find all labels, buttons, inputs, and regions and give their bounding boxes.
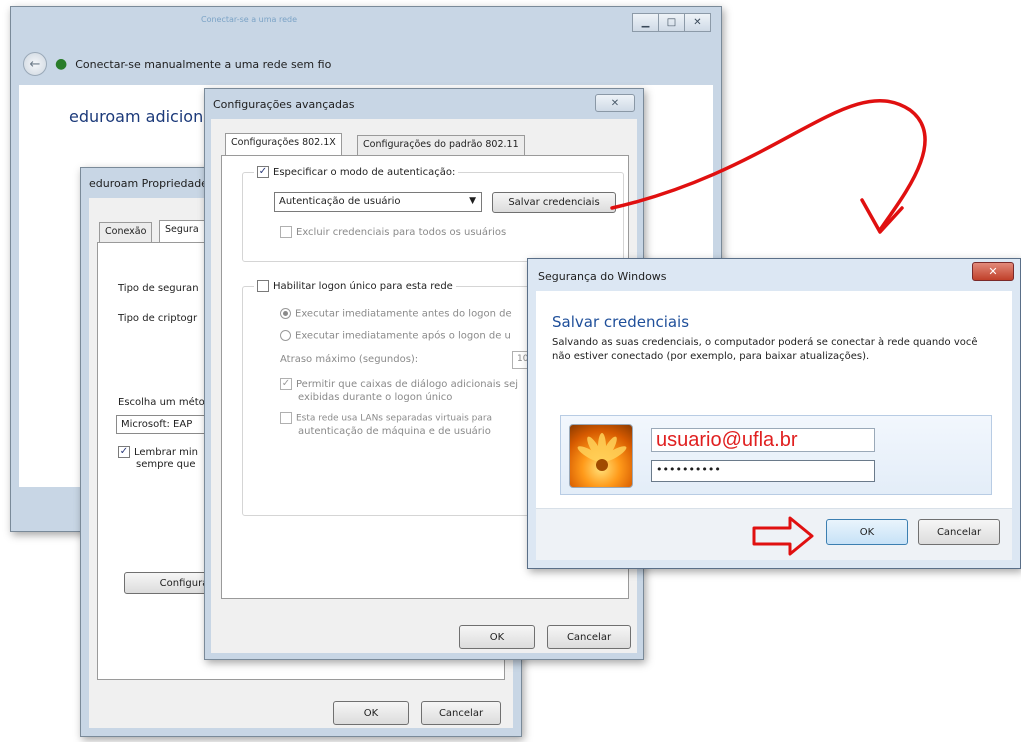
tab-connection[interactable]: Conexão — [99, 222, 153, 242]
window-title: Configurações avançadas — [213, 98, 355, 111]
delete-credentials-checkbox[interactable] — [280, 226, 292, 238]
arrow-head-icon — [860, 198, 904, 234]
allow-dialogs-option[interactable]: ✓ Permitir que caixas de diálogo adiciona… — [280, 378, 518, 390]
save-credentials-description: Salvando as suas credenciais, o computad… — [552, 337, 978, 362]
allow-dialogs-checkbox[interactable]: ✓ — [280, 378, 292, 390]
cancel-button[interactable]: Cancelar — [547, 625, 631, 649]
window-title: eduroam Propriedades — [89, 177, 214, 190]
separate-lans-option[interactable]: Esta rede usa LANs separadas virtuais pa… — [280, 412, 492, 424]
maximize-button[interactable]: □ — [658, 13, 685, 32]
close-button[interactable]: ✕ — [684, 13, 711, 32]
separate-lans-label-cont: autenticação de máquina e de usuário — [298, 426, 491, 437]
nav-bar: ← ● Conectar-se manualmente a uma rede s… — [23, 51, 331, 77]
windows-security-dialog: Segurança do Windows ✕ Salvar credenciai… — [527, 258, 1021, 569]
specify-auth-checkbox[interactable]: ✓ — [257, 166, 269, 178]
before-logon-option[interactable]: Executar imediatamente antes do logon de — [280, 308, 512, 320]
tab-security[interactable]: Segura — [159, 220, 205, 242]
choose-method-label: Escolha um méto — [118, 397, 205, 408]
ok-button[interactable]: OK — [459, 625, 535, 649]
dropdown-arrow-icon: ▼ — [469, 196, 476, 206]
separate-lans-checkbox[interactable] — [280, 412, 292, 424]
flower-petals-icon — [577, 433, 627, 471]
ok-button[interactable]: OK — [333, 701, 409, 725]
enable-sso-option[interactable]: Habilitar logon único para esta rede — [254, 280, 456, 292]
allow-dialogs-label-cont: exibidas durante o logon único — [298, 392, 453, 403]
user-flower-icon — [569, 424, 633, 488]
delete-credentials-label: Excluir credenciais para todos os usuári… — [296, 227, 507, 238]
username-input[interactable]: usuario@ufla.br — [651, 428, 875, 452]
max-delay-label: Atraso máximo (segundos): — [280, 354, 419, 365]
auth-mode-select[interactable]: Autenticação de usuário ▼ — [274, 192, 482, 212]
minimize-button[interactable]: ▁ — [632, 13, 659, 32]
window-title: Segurança do Windows — [538, 270, 667, 283]
security-type-label: Tipo de seguran — [118, 283, 199, 294]
close-button[interactable]: ✕ — [972, 262, 1014, 281]
after-logon-label: Executar imediatamente após o logon de u — [295, 330, 511, 342]
network-icon: ● — [55, 56, 68, 72]
after-logon-option[interactable]: Executar imediatamente após o logon de u — [280, 330, 511, 342]
tab-80211[interactable]: Configurações do padrão 802.11 — [357, 135, 525, 155]
dialog-body: Salvar credenciais Salvando as suas cred… — [536, 291, 1012, 560]
window-controls: ▁ □ ✕ — [632, 13, 711, 32]
specify-auth-label: Especificar o modo de autenticação: — [273, 167, 456, 178]
allow-dialogs-label: Permitir que caixas de diálogo adicionai… — [296, 379, 519, 390]
cancel-button[interactable]: Cancelar — [918, 519, 1000, 545]
save-credentials-heading: Salvar credenciais — [552, 313, 690, 331]
delete-credentials-option[interactable]: Excluir credenciais para todos os usuári… — [280, 226, 506, 238]
auth-group — [242, 172, 624, 262]
separate-lans-label: Esta rede usa LANs separadas virtuais pa… — [296, 413, 493, 424]
wizard-heading: eduroam adiciona — [69, 107, 214, 126]
remember-label: Lembrar min — [134, 447, 199, 458]
after-logon-radio[interactable] — [280, 330, 291, 341]
password-input[interactable]: •••••••••• — [651, 460, 875, 482]
back-arrow-icon[interactable]: ← — [23, 52, 47, 76]
remember-option[interactable]: ✓ Lembrar min — [118, 446, 198, 458]
tab-8021x[interactable]: Configurações 802.1X — [225, 133, 342, 155]
ok-button[interactable]: OK — [826, 519, 908, 545]
remember-label-cont: sempre que — [136, 459, 196, 470]
before-logon-label: Executar imediatamente antes do logon de — [295, 308, 512, 320]
remember-checkbox[interactable]: ✓ — [118, 446, 130, 458]
encryption-type-label: Tipo de criptogr — [118, 313, 198, 324]
enable-sso-checkbox[interactable] — [257, 280, 269, 292]
save-credentials-button[interactable]: Salvar credenciais — [492, 192, 616, 213]
auth-mode-value: Autenticação de usuário — [279, 196, 401, 207]
window-title: Conectar-se a uma rede — [201, 15, 297, 24]
specify-auth-option[interactable]: ✓ Especificar o modo de autenticação: — [254, 166, 459, 178]
before-logon-radio[interactable] — [280, 308, 291, 319]
cancel-button[interactable]: Cancelar — [421, 701, 501, 725]
credential-tile-box: usuario@ufla.br •••••••••• — [560, 415, 992, 495]
dialog-footer: OK Cancelar — [536, 508, 1012, 560]
nav-title: Conectar-se manualmente a uma rede sem f… — [75, 57, 332, 71]
close-button[interactable]: ✕ — [595, 94, 635, 112]
enable-sso-label: Habilitar logon único para esta rede — [273, 281, 453, 292]
